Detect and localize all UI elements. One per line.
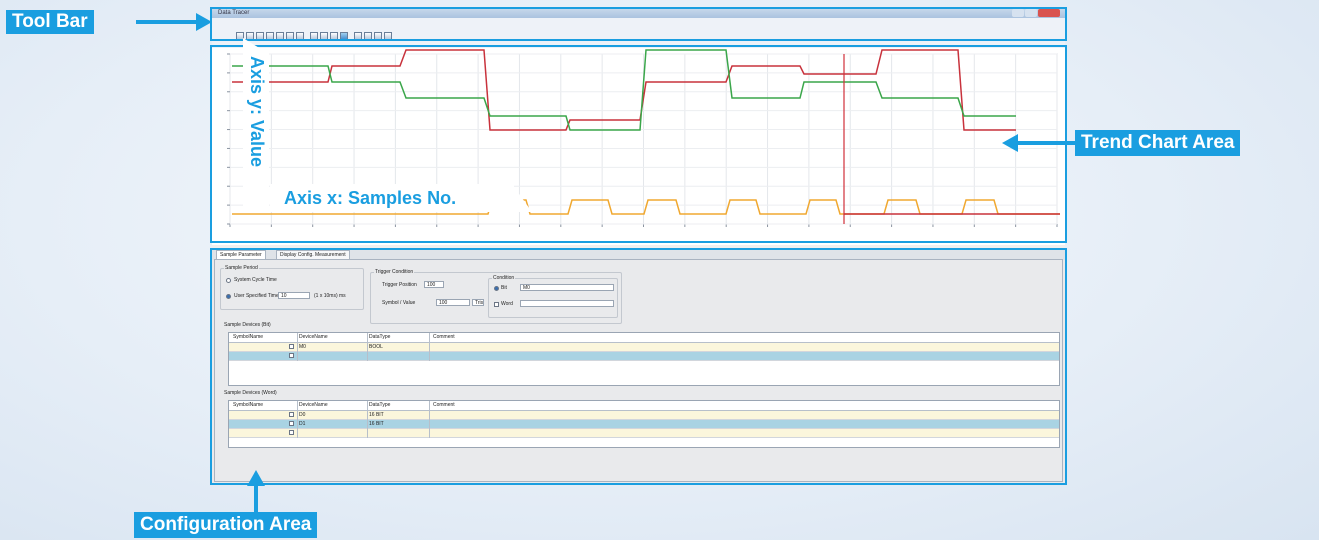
axis-y-pointer-icon — [243, 38, 269, 54]
trend-chart-callout: Trend Chart Area — [1075, 130, 1241, 156]
arrow-head-icon — [247, 470, 265, 486]
axis-x-pointer-icon — [512, 184, 532, 212]
axis-x-label: Axis x: Samples No. — [284, 188, 457, 208]
axis-x-callout: Axis x: Samples No. — [270, 184, 514, 212]
axis-y-callout: Axis y: Value — [243, 52, 269, 212]
trend-chart-callout-arrow — [1016, 141, 1076, 145]
configuration-callout-arrow — [254, 482, 258, 514]
config-frame — [210, 248, 1067, 485]
toolbar-frame — [210, 7, 1067, 41]
chart-frame — [210, 45, 1067, 243]
axis-y-label: Axis y: Value — [247, 56, 267, 168]
arrow-head-icon — [196, 13, 212, 31]
configuration-callout: Configuration Area — [134, 512, 318, 538]
toolbar-callout: Tool Bar — [6, 10, 94, 34]
toolbar-callout-arrow — [136, 20, 202, 24]
arrow-head-icon — [1002, 134, 1018, 152]
